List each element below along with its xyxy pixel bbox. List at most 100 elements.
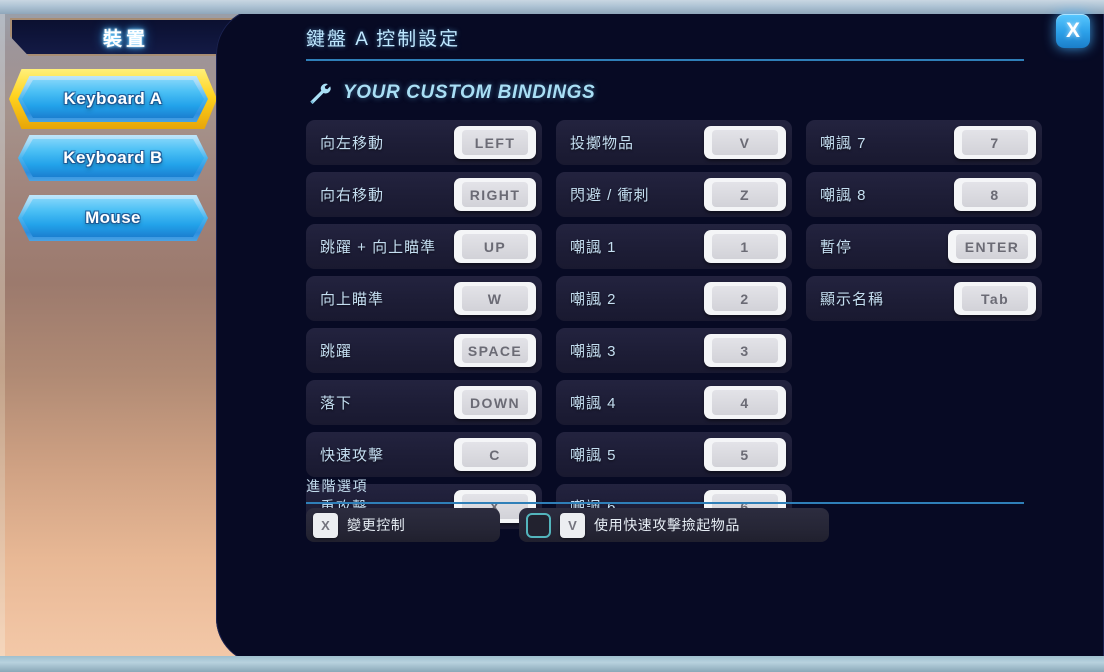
- binding-key-button[interactable]: V: [704, 126, 786, 159]
- binding-action-label: 快速攻擊: [320, 447, 385, 464]
- sidebar-item-mouse[interactable]: Mouse: [18, 195, 208, 241]
- binding-key-button[interactable]: DOWN: [454, 386, 536, 419]
- advanced-options-row: X 變更控制 V 使用快速攻擊撿起物品: [306, 508, 829, 542]
- binding-row[interactable]: 嘲諷 2 2: [556, 276, 792, 321]
- page-title: 鍵盤 A 控制設定: [306, 24, 1024, 61]
- binding-key-button[interactable]: 3: [704, 334, 786, 367]
- binding-key-label: V: [712, 130, 778, 155]
- binding-key-button[interactable]: 8: [954, 178, 1036, 211]
- binding-row[interactable]: 嘲諷 1 1: [556, 224, 792, 269]
- close-button[interactable]: X: [1056, 14, 1090, 48]
- bindings-column-3: 嘲諷 7 7 嘲諷 8 8 暫停 ENTER 顯示名稱 Tab: [806, 120, 1054, 529]
- key-chip-x: X: [313, 512, 338, 538]
- binding-action-label: 嘲諷 5: [570, 447, 617, 464]
- binding-row[interactable]: 嘲諷 7 7: [806, 120, 1042, 165]
- binding-action-label: 嘲諷 4: [570, 395, 617, 412]
- binding-key-button[interactable]: 1: [704, 230, 786, 263]
- binding-key-button[interactable]: Tab: [954, 282, 1036, 315]
- binding-key-label: 8: [962, 182, 1028, 207]
- binding-row[interactable]: 向右移動 RIGHT: [306, 172, 542, 217]
- binding-key-label: 3: [712, 338, 778, 363]
- binding-row[interactable]: 顯示名稱 Tab: [806, 276, 1042, 321]
- sidebar-item-label: Mouse: [85, 208, 141, 227]
- binding-key-button[interactable]: 7: [954, 126, 1036, 159]
- binding-key-button[interactable]: 5: [704, 438, 786, 471]
- binding-key-label: 4: [712, 390, 778, 415]
- device-sidebar-title: 裝置: [102, 28, 149, 50]
- binding-key-button[interactable]: 2: [704, 282, 786, 315]
- key-chip-label: V: [568, 517, 577, 533]
- binding-row[interactable]: 嘲諷 4 4: [556, 380, 792, 425]
- change-controls-option[interactable]: X 變更控制: [306, 508, 500, 542]
- binding-key-label: DOWN: [462, 390, 528, 415]
- binding-key-button[interactable]: W: [454, 282, 536, 315]
- binding-row[interactable]: 嘲諷 3 3: [556, 328, 792, 373]
- binding-row[interactable]: 向左移動 LEFT: [306, 120, 542, 165]
- binding-action-label: 顯示名稱: [820, 291, 885, 308]
- binding-key-button[interactable]: UP: [454, 230, 536, 263]
- sidebar-item-keyboard-b[interactable]: Keyboard B: [18, 135, 208, 181]
- binding-key-label: Z: [712, 182, 778, 207]
- binding-key-button[interactable]: Z: [704, 178, 786, 211]
- change-controls-label: 變更控制: [347, 517, 406, 533]
- controls-panel: 鍵盤 A 控制設定 YOUR CUSTOM BINDINGS 向左移動 LEFT: [216, 8, 1104, 664]
- binding-action-label: 暫停: [820, 239, 853, 256]
- bindings-column-2: 投擲物品 V 閃避 / 衝刺 Z 嘲諷 1 1 嘲諷 2 2 嘲諷 3 3 嘲諷…: [556, 120, 804, 529]
- binding-action-label: 跳躍 + 向上瞄準: [320, 239, 437, 256]
- binding-key-label: RIGHT: [462, 182, 528, 207]
- bindings-grid: 向左移動 LEFT 向右移動 RIGHT 跳躍 + 向上瞄準 UP 向上瞄準 W: [306, 120, 1054, 529]
- binding-key-label: 7: [962, 130, 1028, 155]
- window-top-bar: [0, 0, 1104, 14]
- binding-key-label: SPACE: [462, 338, 528, 363]
- quick-attack-pickup-checkbox[interactable]: [526, 512, 551, 538]
- binding-action-label: 嘲諷 2: [570, 291, 617, 308]
- sidebar-item-keyboard-a[interactable]: Keyboard A: [18, 76, 208, 122]
- binding-key-label: 5: [712, 442, 778, 467]
- window-bottom-bar: [0, 656, 1104, 672]
- key-chip-label: X: [321, 517, 330, 533]
- binding-row[interactable]: 投擲物品 V: [556, 120, 792, 165]
- binding-key-label: Tab: [962, 286, 1028, 311]
- controls-panel-content: 鍵盤 A 控制設定 YOUR CUSTOM BINDINGS 向左移動 LEFT: [306, 8, 1104, 664]
- binding-row[interactable]: 落下 DOWN: [306, 380, 542, 425]
- binding-action-label: 落下: [320, 395, 353, 412]
- binding-key-button[interactable]: 4: [704, 386, 786, 419]
- sidebar-item-label: Keyboard A: [63, 89, 163, 108]
- device-sidebar-header: 裝置: [10, 18, 242, 56]
- binding-key-label: 2: [712, 286, 778, 311]
- binding-row[interactable]: 嘲諷 8 8: [806, 172, 1042, 217]
- binding-key-label: W: [462, 286, 528, 311]
- binding-row[interactable]: 暫停 ENTER: [806, 224, 1042, 269]
- binding-key-button[interactable]: RIGHT: [454, 178, 536, 211]
- binding-row[interactable]: 嘲諷 5 5: [556, 432, 792, 477]
- binding-action-label: 嘲諷 7: [820, 135, 867, 152]
- binding-row[interactable]: 快速攻擊 C: [306, 432, 542, 477]
- binding-row[interactable]: 向上瞄準 W: [306, 276, 542, 321]
- binding-key-label: ENTER: [956, 234, 1028, 259]
- quick-attack-pickup-label: 使用快速攻擊撿起物品: [594, 517, 740, 533]
- binding-action-label: 向上瞄準: [320, 291, 385, 308]
- sidebar-item-label: Keyboard B: [63, 148, 163, 167]
- binding-key-label: LEFT: [462, 130, 528, 155]
- binding-key-button[interactable]: ENTER: [948, 230, 1036, 263]
- close-icon: X: [1065, 19, 1080, 42]
- wrench-icon: [310, 83, 331, 104]
- binding-action-label: 嘲諷 3: [570, 343, 617, 360]
- binding-row[interactable]: 閃避 / 衝刺 Z: [556, 172, 792, 217]
- settings-screen: 裝置 Keyboard A Keyboard B Mouse 鍵盤 A 控制設定: [0, 0, 1104, 672]
- binding-action-label: 嘲諷 8: [820, 187, 867, 204]
- advanced-options-heading: 進階選項: [306, 476, 1024, 504]
- binding-row[interactable]: 跳躍 SPACE: [306, 328, 542, 373]
- binding-action-label: 嘲諷 1: [570, 239, 617, 256]
- quick-attack-pickup-option[interactable]: V 使用快速攻擊撿起物品: [519, 508, 829, 542]
- binding-key-button[interactable]: SPACE: [454, 334, 536, 367]
- binding-row[interactable]: 跳躍 + 向上瞄準 UP: [306, 224, 542, 269]
- binding-key-label: UP: [462, 234, 528, 259]
- binding-action-label: 向左移動: [320, 135, 385, 152]
- binding-key-button[interactable]: LEFT: [454, 126, 536, 159]
- key-chip-v: V: [560, 512, 585, 538]
- binding-action-label: 投擲物品: [570, 135, 635, 152]
- binding-key-label: C: [462, 442, 528, 467]
- custom-bindings-label: YOUR CUSTOM BINDINGS: [343, 82, 596, 103]
- binding-key-button[interactable]: C: [454, 438, 536, 471]
